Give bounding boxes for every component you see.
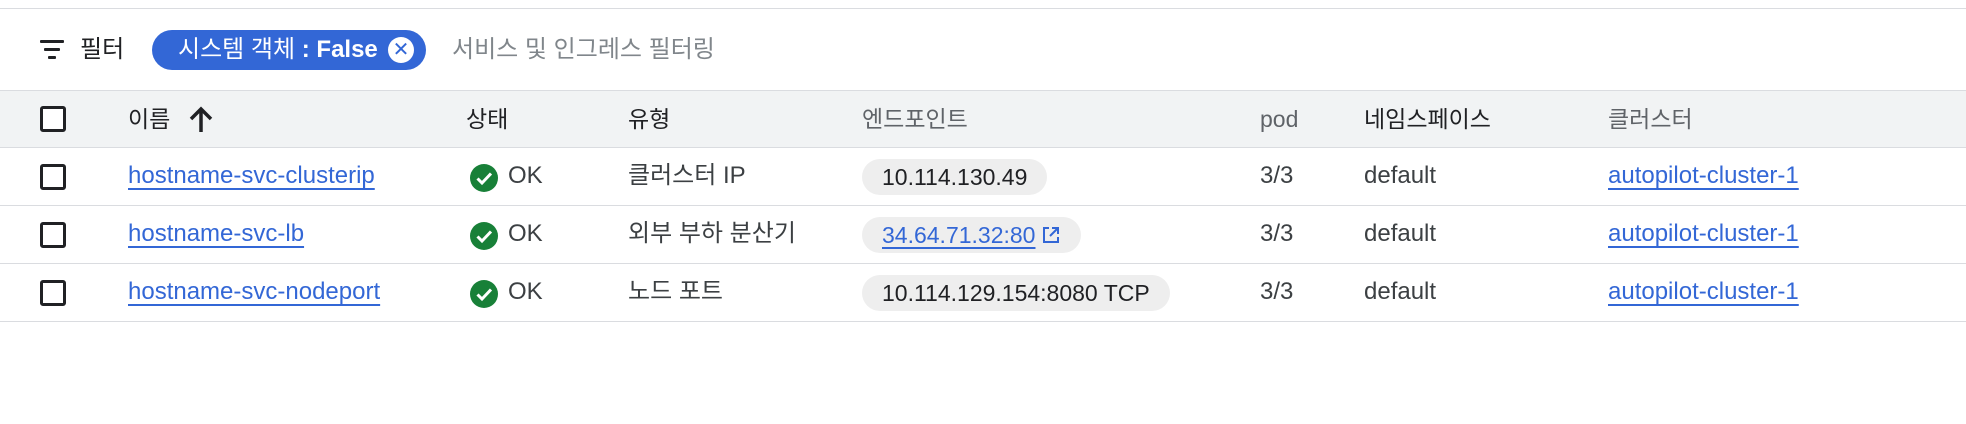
row-checkbox[interactable] xyxy=(40,164,66,190)
column-header-type[interactable]: 유형 xyxy=(628,91,670,147)
service-type: 노드 포트 xyxy=(628,278,723,305)
table-header: 이름 상태 유형 엔드포인트 pod 네임스페이스 클러스터 xyxy=(0,90,1966,148)
pod-count: 3/3 xyxy=(1260,220,1294,247)
table-row: hostname-svc-clusterip OK 클러스터 IP 10.114… xyxy=(0,148,1966,206)
filter-chip-key: 시스템 객체 xyxy=(178,36,296,63)
check-circle-icon xyxy=(470,280,498,308)
service-type: 클러스터 IP xyxy=(628,162,746,189)
namespace-value: default xyxy=(1364,278,1437,305)
namespace-value: default xyxy=(1364,220,1437,247)
column-header-endpoint[interactable]: 엔드포인트 xyxy=(862,91,968,147)
namespace-value: default xyxy=(1364,162,1437,189)
filter-icon[interactable] xyxy=(40,38,68,62)
status-text: OK xyxy=(508,162,543,189)
service-name-link[interactable]: hostname-svc-lb xyxy=(128,206,304,262)
column-header-name[interactable]: 이름 xyxy=(128,91,170,147)
check-circle-icon xyxy=(470,164,498,192)
status-text: OK xyxy=(508,220,543,247)
close-icon[interactable]: ✕ xyxy=(388,37,414,63)
column-header-cluster[interactable]: 클러스터 xyxy=(1608,91,1693,147)
pod-count: 3/3 xyxy=(1260,278,1294,305)
external-link-icon[interactable] xyxy=(1041,225,1061,245)
column-header-status[interactable]: 상태 xyxy=(466,91,508,147)
filter-chip[interactable]: 시스템 객체 : False ✕ xyxy=(152,30,426,70)
row-checkbox[interactable] xyxy=(40,280,66,306)
filter-chip-value: : False xyxy=(301,36,378,63)
endpoint-link[interactable]: 34.64.71.32:80 xyxy=(882,222,1035,248)
service-type: 외부 부하 분산기 xyxy=(628,220,796,247)
column-header-namespace[interactable]: 네임스페이스 xyxy=(1364,91,1491,147)
filter-chip-text: 시스템 객체 : False xyxy=(178,34,378,66)
endpoint-pill: 10.114.130.49 xyxy=(862,159,1048,195)
endpoint-pill: 10.114.129.154:8080 TCP xyxy=(862,275,1170,311)
cluster-link[interactable]: autopilot-cluster-1 xyxy=(1608,264,1799,320)
endpoint-pill: 34.64.71.32:80 xyxy=(862,217,1082,253)
check-circle-icon xyxy=(470,222,498,250)
service-name-link[interactable]: hostname-svc-clusterip xyxy=(128,148,375,204)
status-text: OK xyxy=(508,278,543,305)
filter-label[interactable]: 필터 xyxy=(80,34,124,66)
select-all-checkbox[interactable] xyxy=(40,106,66,132)
filter-input[interactable]: 서비스 및 인그레스 필터링 xyxy=(452,34,715,66)
row-checkbox[interactable] xyxy=(40,222,66,248)
pod-count: 3/3 xyxy=(1260,162,1294,189)
cluster-link[interactable]: autopilot-cluster-1 xyxy=(1608,206,1799,262)
table-row: hostname-svc-nodeport OK 노드 포트 10.114.12… xyxy=(0,264,1966,322)
service-name-link[interactable]: hostname-svc-nodeport xyxy=(128,264,380,320)
table-row: hostname-svc-lb OK 외부 부하 분산기 34.64.71.32… xyxy=(0,206,1966,264)
sort-up-icon[interactable] xyxy=(186,105,216,135)
column-header-pods[interactable]: pod xyxy=(1260,91,1298,147)
top-divider xyxy=(0,8,1966,9)
cluster-link[interactable]: autopilot-cluster-1 xyxy=(1608,148,1799,204)
filter-bar: 필터 시스템 객체 : False ✕ 서비스 및 인그레스 필터링 xyxy=(0,18,1966,82)
